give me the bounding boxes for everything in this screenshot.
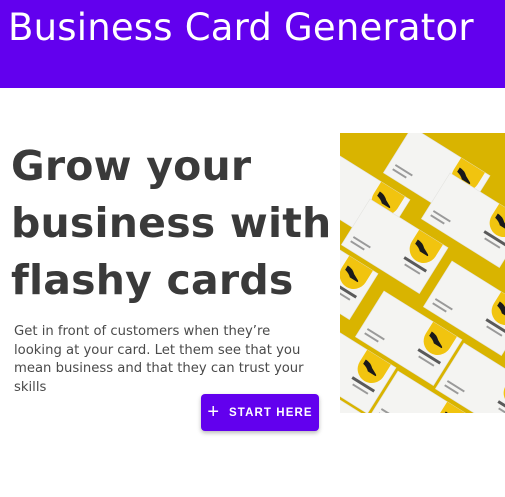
headline-line-1: Grow your xyxy=(11,142,252,190)
business-cards-image xyxy=(340,133,505,413)
start-here-button[interactable]: + START HERE xyxy=(201,394,319,431)
plus-icon: + xyxy=(207,400,220,423)
hero-subtext: Get in front of customers when they’re l… xyxy=(14,324,304,395)
app-title: Business Card Generator xyxy=(8,6,474,49)
card-grid xyxy=(340,133,505,413)
headline-line-2: business with xyxy=(11,199,332,247)
hero-headline: Grow your business with flashy cards xyxy=(11,138,331,309)
headline-line-3: flashy cards xyxy=(11,256,294,304)
business-cards-illustration xyxy=(340,133,505,413)
start-here-label: START HERE xyxy=(229,406,313,419)
app-bar: Business Card Generator xyxy=(0,0,505,88)
